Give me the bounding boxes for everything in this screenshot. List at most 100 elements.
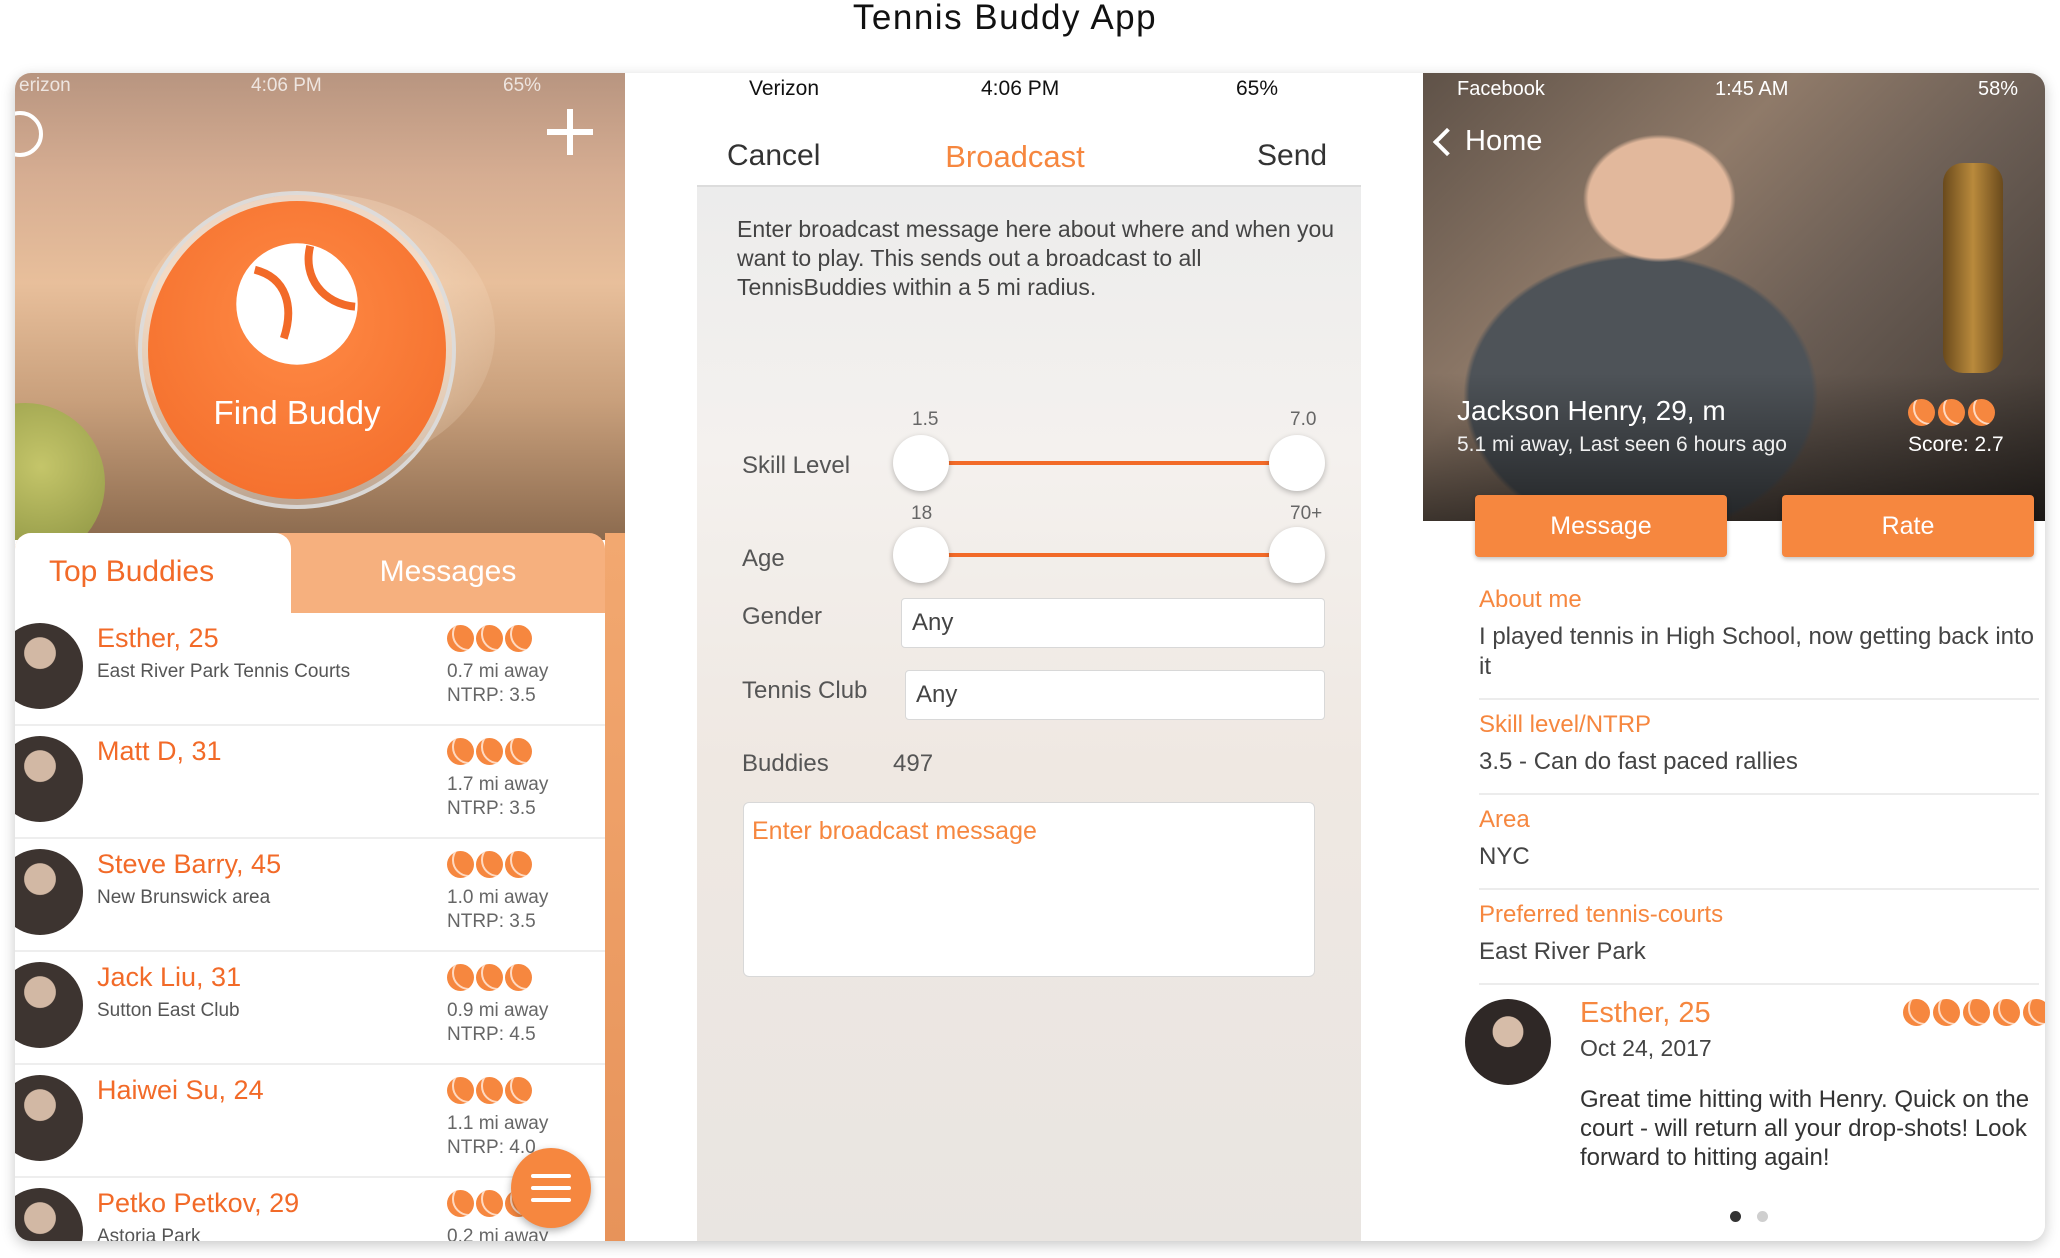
page-indicator [1730, 1211, 1768, 1222]
clock-label: 4:06 PM [981, 77, 1060, 100]
page-dot[interactable] [1757, 1211, 1768, 1222]
tennis-ball-icon [1963, 999, 1990, 1026]
tennis-ball-icon [476, 964, 503, 991]
rating-balls [447, 1077, 532, 1104]
about-heading: About me [1479, 586, 1582, 613]
chevron-left-icon [1432, 127, 1462, 157]
add-icon[interactable] [545, 107, 595, 157]
list-item[interactable]: Steve Barry, 45 New Brunswick area 1.0 m… [15, 839, 605, 952]
tennis-ball-icon [505, 625, 532, 652]
skill-max-handle[interactable] [1269, 435, 1325, 491]
skill-slider-track [921, 461, 1309, 465]
buddy-location: East River Park Tennis Courts [97, 661, 351, 682]
list-item[interactable]: Esther, 25 East River Park Tennis Courts… [15, 613, 605, 726]
clock-label: 4:06 PM [251, 75, 322, 96]
filter-button[interactable] [511, 1148, 591, 1228]
list-item[interactable]: Matt D, 31 1.7 mi away NTRP: 3.5 [15, 726, 605, 839]
cancel-button[interactable]: Cancel [727, 139, 820, 173]
buddy-distance: 0.2 mi away [447, 1226, 549, 1241]
skill-heading: Skill level/NTRP [1479, 711, 1652, 738]
tennis-ball-icon [505, 964, 532, 991]
age-max-handle[interactable] [1269, 527, 1325, 583]
side-gradient [605, 533, 625, 1241]
area-heading: Area [1479, 806, 1530, 833]
profile-rating-balls [1908, 399, 1995, 426]
broadcast-form: Enter broadcast message here about where… [697, 185, 1361, 1241]
tennis-ball-image [15, 403, 105, 540]
area-text: NYC [1479, 843, 1530, 870]
tab-top-buddies[interactable]: Top Buddies [15, 533, 291, 613]
buddy-distance: 1.1 mi away [447, 1113, 549, 1134]
tennis-ball-icon [476, 738, 503, 765]
clock-label: 1:45 AM [1715, 78, 1789, 100]
age-label: Age [742, 545, 785, 572]
status-bar: erizon 4:06 PM 65% [15, 73, 625, 103]
tennis-ball-icon [447, 1190, 474, 1217]
buddy-ntrp: NTRP: 4.5 [447, 1024, 536, 1045]
buddy-ntrp: NTRP: 3.5 [447, 685, 536, 706]
skill-text: 3.5 - Can do fast paced rallies [1479, 748, 1798, 775]
about-text: I played tennis in High School, now gett… [1479, 623, 2035, 680]
battery-label: 58% [1978, 78, 2019, 100]
gender-label: Gender [742, 603, 823, 630]
find-buddy-label: Find Buddy [213, 394, 381, 431]
buddy-list: Esther, 25 East River Park Tennis Courts… [15, 613, 605, 1241]
tennis-ball-icon [505, 1077, 532, 1104]
tennis-ball-icon [476, 1190, 503, 1217]
broadcast-intro: Enter broadcast message here about where… [737, 216, 1335, 300]
message-button[interactable]: Message [1475, 495, 1727, 557]
tab-messages[interactable]: Messages [291, 533, 605, 613]
avatar [1465, 999, 1551, 1085]
broadcast-message-input[interactable]: Enter broadcast message [743, 802, 1315, 977]
page-title: Tennis Buddy App [852, 0, 1158, 37]
rating-balls [447, 964, 532, 991]
profile-icon[interactable] [15, 111, 43, 157]
skill-min-handle[interactable] [893, 435, 949, 491]
profile-subtitle: 5.1 mi away, Last seen 6 hours ago [1457, 433, 1787, 456]
avatar [15, 736, 83, 822]
buddy-distance: 0.7 mi away [447, 661, 549, 682]
gender-select[interactable]: Any [901, 598, 1325, 648]
divider [1479, 698, 2039, 700]
find-buddy-button[interactable]: Find Buddy [148, 201, 446, 499]
carrier-label: erizon [19, 75, 71, 96]
rate-button[interactable]: Rate [1782, 495, 2034, 557]
courts-text: East River Park [1479, 938, 1646, 965]
avatar [15, 1075, 83, 1161]
age-min-handle[interactable] [893, 527, 949, 583]
nav-title: Broadcast [945, 139, 1085, 174]
tennis-ball-icon [447, 738, 474, 765]
page-dot-active[interactable] [1730, 1211, 1741, 1222]
buddy-name: Matt D, 31 [97, 736, 222, 766]
tennis-ball-icon [1908, 399, 1935, 426]
age-max-label: 70+ [1290, 503, 1323, 524]
tennis-ball-icon [2023, 999, 2045, 1026]
buddy-ntrp: NTRP: 4.0 [447, 1137, 536, 1158]
profile-screen: Facebook 1:45 AM 58% Home Jackson Henry,… [1375, 73, 2045, 1241]
buddies-label: Buddies [742, 750, 829, 777]
broadcast-screen: Verizon 4:06 PM 65% Cancel Broadcast Sen… [625, 73, 1375, 1241]
send-button[interactable]: Send [1257, 139, 1327, 173]
buddy-name: Steve Barry, 45 [97, 849, 282, 879]
skill-max-label: 7.0 [1290, 409, 1317, 430]
tennis-ball-icon [236, 243, 358, 365]
list-item[interactable]: Jack Liu, 31 Sutton East Club 0.9 mi awa… [15, 952, 605, 1065]
buddy-name: Petko Petkov, 29 [97, 1188, 300, 1218]
status-bar: Facebook 1:45 AM 58% [1423, 73, 2045, 109]
back-label: Home [1465, 125, 1543, 157]
back-button[interactable]: Home [1432, 125, 1543, 158]
home-screen: erizon 4:06 PM 65% Find Buddy Top Buddie… [15, 73, 625, 1241]
avatar [15, 1188, 83, 1241]
list-item[interactable]: Haiwei Su, 24 1.1 mi away NTRP: 4.0 [15, 1065, 605, 1178]
age-min-label: 18 [911, 503, 933, 524]
review-date: Oct 24, 2017 [1580, 1035, 1712, 1061]
avatar [15, 623, 83, 709]
skill-section: Skill level/NTRP 3.5 - Can do fast paced… [1479, 711, 2039, 777]
tennis-club-select[interactable]: Any [905, 670, 1325, 720]
buddy-location: Sutton East Club [97, 1000, 240, 1021]
skill-level-label: Skill Level [742, 452, 851, 479]
buddies-count: 497 [893, 750, 934, 777]
tennis-ball-icon [1903, 999, 1930, 1026]
battery-label: 65% [503, 75, 542, 96]
carrier-label: Verizon [749, 77, 820, 100]
